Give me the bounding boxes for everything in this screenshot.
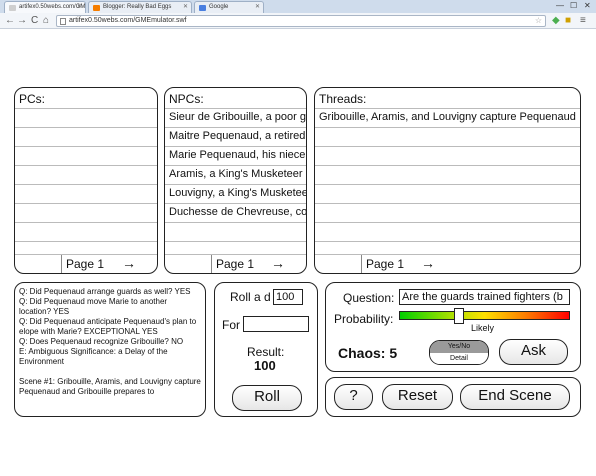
pager-divider (211, 255, 212, 273)
adventure-log-panel: Q: Did Pequenaud arrange guards as well?… (14, 282, 206, 417)
close-icon[interactable]: ✕ (584, 1, 591, 11)
bookmark-star-icon[interactable]: ☆ (535, 16, 542, 25)
browser-toolbar: ← → C ⌂ artifex0.50webs.com/GMEmulator.s… (0, 13, 596, 29)
probability-slider-thumb[interactable] (454, 308, 464, 324)
tab-close-icon[interactable]: ✕ (255, 3, 260, 10)
pager-divider (61, 255, 62, 273)
npcs-next-page-icon[interactable]: → (271, 255, 285, 271)
pc-row[interactable] (15, 222, 157, 241)
tab-close-icon[interactable]: ✕ (77, 3, 82, 10)
thread-row[interactable] (315, 222, 580, 241)
probability-slider-track[interactable] (399, 311, 570, 320)
pc-row[interactable] (15, 108, 157, 127)
die-size-input[interactable]: 100 (273, 289, 303, 305)
google-favicon-icon (199, 5, 206, 11)
roll-for-label: For (222, 318, 240, 332)
blogger-favicon-icon (93, 5, 100, 11)
pcs-pager: Page 1 → (15, 254, 157, 273)
extension-icon[interactable]: ◆ (552, 15, 560, 27)
detail-mode[interactable]: Detail (430, 353, 488, 364)
pc-row[interactable] (15, 165, 157, 184)
thread-row[interactable] (315, 146, 580, 165)
npc-row[interactable]: Maitre Pequenaud, a retired merchant (165, 127, 306, 146)
tab-blogger[interactable]: Blogger: Really Bad Eggs ✕ (88, 1, 192, 13)
question-mode-toggle[interactable]: Yes/No Detail (429, 340, 489, 365)
pcs-panel: PCs: Page 1 → (14, 87, 158, 274)
threads-page-label: Page 1 (366, 257, 405, 271)
address-bar[interactable]: artifex0.50webs.com/GMEmulator.swf ☆ (56, 15, 546, 27)
npcs-pager: Page 1 → (165, 254, 306, 273)
pcs-page-label: Page 1 (66, 257, 105, 271)
chaos-factor: Chaos: 5 (338, 345, 398, 361)
minimize-icon[interactable]: — (556, 1, 564, 11)
npc-row[interactable]: Marie Pequenaud, his niece (165, 146, 306, 165)
threads-panel: Threads: Gribouille, Aramis, and Louvign… (314, 87, 581, 274)
pc-row[interactable] (15, 127, 157, 146)
npc-row[interactable]: Louvigny, a King's Musketeer (165, 184, 306, 203)
thread-row[interactable] (315, 203, 580, 222)
question-input[interactable]: Are the guards trained fighters (b (399, 289, 570, 305)
forward-icon[interactable]: → (17, 15, 27, 27)
end-scene-button[interactable]: End Scene (460, 384, 570, 410)
npcs-title: NPCs: (169, 92, 204, 106)
thread-row[interactable] (315, 127, 580, 146)
browser-tab-bar: artifex0.50webs.com/GM ✕ Blogger: Really… (0, 0, 596, 13)
adventure-log-text[interactable]: Q: Did Pequenaud arrange guards as well?… (19, 287, 201, 412)
npc-row[interactable]: Duchesse de Chevreuse, conspirator (165, 203, 306, 222)
puzzle-icon[interactable]: ■ (565, 15, 571, 27)
url-text: artifex0.50webs.com/GMEmulator.swf (69, 17, 187, 24)
npc-row[interactable]: Aramis, a King's Musketeer (165, 165, 306, 184)
roll-die-label: Roll a d (230, 290, 271, 304)
page-icon (60, 18, 66, 25)
npc-row[interactable]: Sieur de Gribouille, a poor gentleman (165, 108, 306, 127)
roll-button[interactable]: Roll (232, 385, 302, 411)
pc-row[interactable] (15, 184, 157, 203)
tab-google[interactable]: Google ✕ (194, 1, 264, 13)
threads-pager: Page 1 → (315, 254, 580, 273)
reset-button[interactable]: Reset (382, 384, 453, 410)
thread-row[interactable] (315, 184, 580, 203)
npcs-panel: NPCs: Sieur de Gribouille, a poor gentle… (164, 87, 307, 274)
tab-close-icon[interactable]: ✕ (183, 3, 188, 10)
pcs-next-page-icon[interactable]: → (122, 255, 136, 271)
pc-row[interactable] (15, 203, 157, 222)
pcs-title: PCs: (19, 92, 46, 106)
npc-row[interactable] (165, 222, 306, 241)
home-icon[interactable]: ⌂ (43, 15, 49, 27)
thread-row[interactable]: Gribouille, Aramis, and Louvigny capture… (315, 108, 580, 127)
npcs-page-label: Page 1 (216, 257, 255, 271)
maximize-icon[interactable]: ☐ (570, 1, 577, 11)
roll-for-input[interactable] (243, 316, 309, 332)
back-icon[interactable]: ← (5, 15, 15, 27)
result-value: 100 (254, 358, 276, 373)
menu-icon[interactable]: ≡ (580, 15, 586, 27)
yes-no-mode[interactable]: Yes/No (430, 341, 488, 353)
pager-divider (361, 255, 362, 273)
page-favicon-icon (9, 5, 16, 11)
threads-title: Threads: (319, 92, 367, 106)
ask-button[interactable]: Ask (499, 339, 568, 365)
reload-icon[interactable]: C (31, 15, 38, 27)
tab-gm-emulator[interactable]: artifex0.50webs.com/GM ✕ (4, 1, 86, 13)
probability-label: Probability: (334, 312, 394, 326)
threads-next-page-icon[interactable]: → (421, 255, 435, 271)
question-label: Question: (343, 291, 395, 305)
help-button[interactable]: ? (334, 384, 373, 410)
pc-row[interactable] (15, 146, 157, 165)
result-label: Result: (247, 345, 285, 359)
probability-value: Likely (471, 323, 495, 333)
thread-row[interactable] (315, 165, 580, 184)
